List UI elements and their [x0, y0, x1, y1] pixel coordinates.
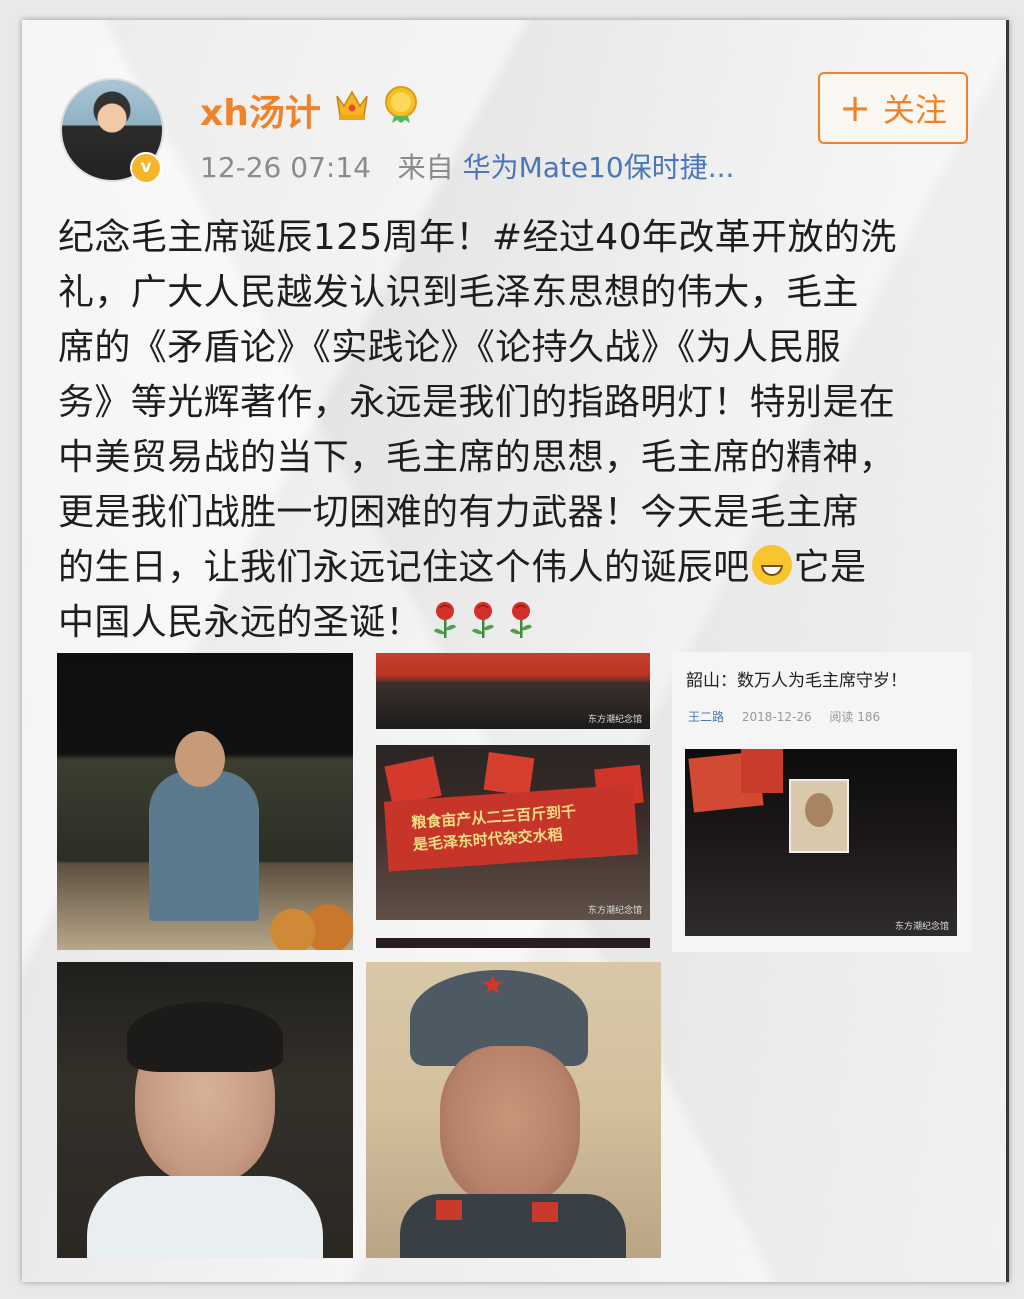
- photo-night-crowd-portrait[interactable]: 东方潮纪念馆: [685, 749, 957, 936]
- collar-tab: [436, 1200, 462, 1220]
- article-reads-label: 阅读: [829, 710, 854, 724]
- post-line-with-emoji: 的生日，让我们永远记住这个伟人的诞辰吧 它是: [58, 540, 973, 595]
- photo-army-cap-portrait[interactable]: ★: [366, 962, 661, 1258]
- photo-young-portrait[interactable]: [57, 962, 353, 1258]
- post-line: 中美贸易战的当下，毛主席的思想，毛主席的精神，: [58, 437, 896, 478]
- watermark: 东方潮纪念馆: [587, 906, 642, 916]
- portrait-frame: [789, 779, 849, 853]
- post-line: 更是我们战胜一切困难的有力武器！今天是毛主席: [58, 492, 859, 533]
- photo-figure: [149, 771, 259, 921]
- flag-shape: [483, 751, 535, 797]
- rose-icon: [472, 602, 495, 638]
- photo-head: [175, 731, 225, 787]
- watermark: 东方潮纪念馆: [587, 715, 642, 725]
- photo-crowd-banner[interactable]: 东方潮纪念馆: [376, 653, 650, 729]
- portrait-hair: [127, 1002, 283, 1072]
- post-meta: 12-26 07:14 来自 华为Mate10保时捷...: [200, 146, 734, 186]
- photo-reading-document[interactable]: [57, 653, 353, 950]
- photo-strip[interactable]: [376, 938, 650, 948]
- post-line: 务》等光辉著作，永远是我们的指路明灯！特别是在: [58, 382, 896, 423]
- crown-icon: [336, 90, 368, 120]
- post-text: 纪念毛主席诞辰125周年！#经过40年改革开放的洗 礼，广大人民越发认识到毛泽东…: [58, 210, 973, 650]
- photo-pumpkins: [267, 903, 353, 950]
- plus-icon: +: [839, 86, 871, 130]
- follow-label: 关注: [882, 91, 947, 129]
- medal-icon: [385, 86, 417, 123]
- article-reads: 186: [857, 710, 881, 724]
- photo-red-flags-banner[interactable]: 粮食亩产从二三百斤到千 是毛泽东时代杂交水稻 东方潮纪念馆: [376, 745, 650, 920]
- post-line: 纪念毛主席诞辰125周年！#经过40年改革开放的洗: [58, 217, 897, 258]
- post-line: 它是: [793, 547, 867, 588]
- username[interactable]: xh汤计: [200, 84, 321, 136]
- post-line: 席的《矛盾论》《实践论》《论持久战》《为人民服: [58, 327, 842, 368]
- source-prefix: 来自: [397, 151, 454, 184]
- device-link[interactable]: 华为Mate10保时捷...: [463, 151, 735, 184]
- watermark: 东方潮纪念馆: [894, 922, 949, 932]
- timestamp: 12-26 07:14: [200, 151, 371, 184]
- post-line: 的生日，让我们永远记住这个伟人的诞辰吧: [58, 547, 750, 588]
- laugh-emoji-icon: [751, 545, 792, 585]
- article-author: 王二路: [688, 710, 725, 724]
- article-meta: 王二路 2018-12-26 阅读 186: [688, 708, 880, 725]
- flag-shape: [741, 749, 783, 793]
- red-star-icon: ★: [480, 968, 506, 1001]
- collar-tab: [532, 1202, 558, 1222]
- follow-button[interactable]: + 关注: [818, 72, 968, 144]
- post-line-with-roses: 中国人民永远的圣诞！: [58, 595, 973, 650]
- article-title: 韶山：数万人为毛主席守岁！: [686, 671, 907, 691]
- uniform: [400, 1194, 626, 1258]
- rose-icon: [510, 602, 533, 638]
- verified-badge: v: [130, 152, 162, 184]
- portrait-collar: [87, 1176, 323, 1258]
- post-line: 中国人民永远的圣诞！: [58, 602, 423, 643]
- article-date: 2018-12-26: [741, 710, 812, 724]
- rose-icon: [434, 602, 457, 638]
- portrait-face: [440, 1046, 580, 1206]
- post-line: 礼，广大人民越发认识到毛泽东思想的伟大，毛主: [58, 272, 859, 313]
